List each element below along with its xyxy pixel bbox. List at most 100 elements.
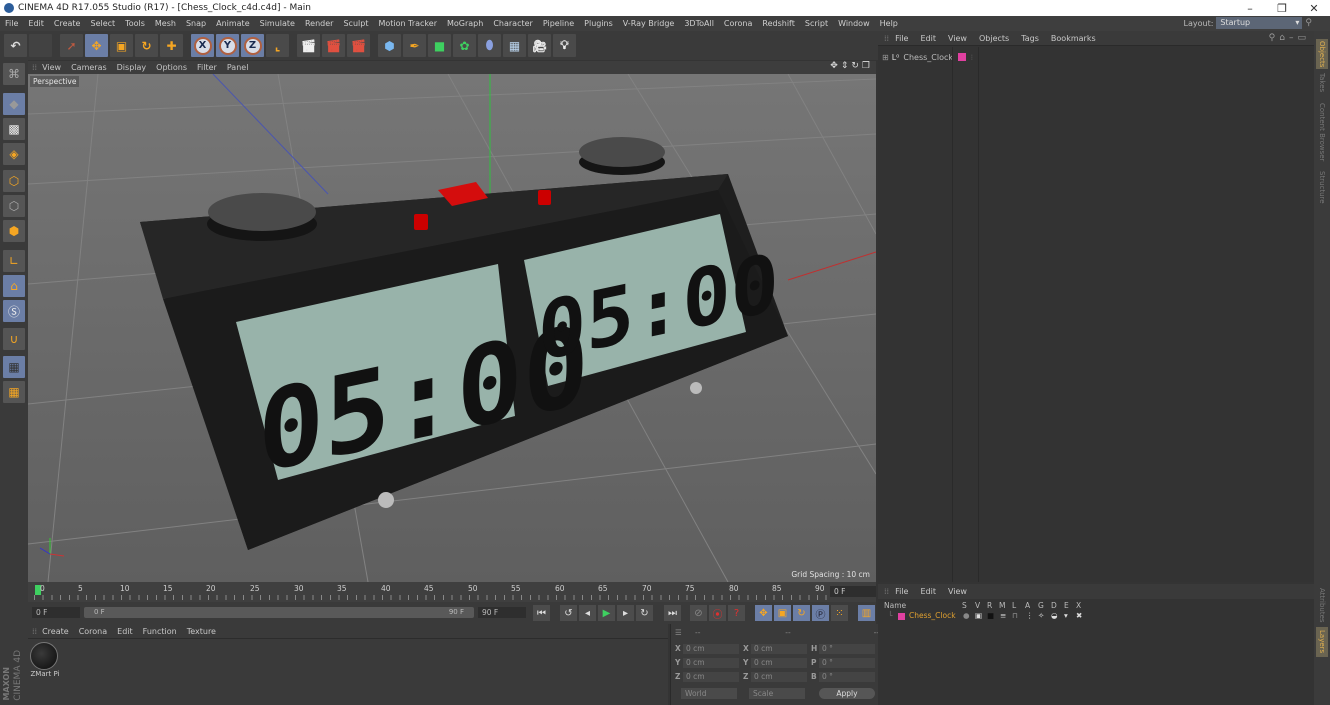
record-keys-button[interactable]: ⊘ (690, 605, 707, 621)
render-view-button[interactable]: 🎬︎ (297, 34, 320, 57)
cube-button[interactable]: ⬢ (378, 34, 401, 57)
key-rotation-button[interactable]: ↻ (793, 605, 810, 621)
subdivision-button[interactable]: ■ (428, 34, 451, 57)
xref-toggle-icon[interactable]: ✖ (1076, 611, 1082, 620)
home-icon[interactable]: ⌂ (1279, 33, 1285, 43)
objects-menu-objects[interactable]: Objects (973, 34, 1015, 43)
menu-redshift[interactable]: Redshift (757, 16, 799, 31)
redo-button[interactable] (29, 34, 52, 57)
tab-layers[interactable]: Layers (1316, 627, 1328, 657)
undo-button[interactable]: ↶ (4, 34, 27, 57)
material-menu-function[interactable]: Function (138, 627, 182, 636)
objects-menu-view[interactable]: View (942, 34, 973, 43)
make-editable-button[interactable]: ⌘ (3, 63, 25, 85)
visibility-dots-icon[interactable]: ⋮ (969, 54, 975, 61)
object-name[interactable]: Chess_Clock (903, 53, 953, 62)
tab-content-browser[interactable]: Content Browser (1316, 99, 1328, 165)
rotate-tool-button[interactable]: ↻ (135, 34, 158, 57)
scale-tool-button[interactable]: ▣ (110, 34, 133, 57)
objects-menu-edit[interactable]: Edit (914, 34, 942, 43)
axis-mode-button[interactable]: ∟ (3, 250, 25, 272)
layers-menu-edit[interactable]: Edit (914, 587, 942, 596)
points-mode-button[interactable]: ⬡ (3, 170, 25, 192)
recent-tool-button[interactable]: ✚ (160, 34, 183, 57)
menu-mograph[interactable]: MoGraph (442, 16, 488, 31)
material-menu-edit[interactable]: Edit (112, 627, 138, 636)
lock-toggle-icon[interactable]: ⊓ (1012, 611, 1018, 620)
coordinate-system-button[interactable]: ⌞ (266, 34, 289, 57)
y-axis-button[interactable]: Y (216, 34, 239, 57)
render-picture-viewer-button[interactable]: 🎬︎ (322, 34, 345, 57)
render-settings-button[interactable]: 🎬︎ (347, 34, 370, 57)
restore-button[interactable]: ❐ (1266, 0, 1298, 16)
expand-icon[interactable]: ▭ (1297, 33, 1306, 43)
camera-button[interactable]: 🎥︎ (528, 34, 551, 57)
key-pla-button[interactable]: ⁙ (831, 605, 848, 621)
timeline-ruler[interactable]: 0 5 10 15 20 25 30 35 40 45 50 55 60 65 … (28, 582, 876, 602)
size-y-field[interactable]: 0 cm (751, 658, 807, 668)
size-z-field[interactable]: 0 cm (751, 672, 807, 682)
end-frame-field[interactable]: 90 F (478, 607, 526, 618)
tab-objects[interactable]: Objects (1316, 39, 1328, 69)
planar-workplane-button[interactable]: ▦ (3, 381, 25, 403)
size-mode-dropdown[interactable]: Scale (749, 688, 805, 699)
pan-view-icon[interactable]: ✥ (830, 61, 838, 71)
menu-script[interactable]: Script (800, 16, 833, 31)
cloner-button[interactable]: ✿ (453, 34, 476, 57)
material-menu-create[interactable]: Create (37, 627, 74, 636)
menu-simulate[interactable]: Simulate (255, 16, 300, 31)
menu-mesh[interactable]: Mesh (150, 16, 181, 31)
z-axis-button[interactable]: Z (241, 34, 264, 57)
goto-start-button[interactable]: ⏮ (533, 605, 550, 621)
dolly-view-icon[interactable]: ⇕ (841, 61, 849, 71)
minimize-button[interactable]: – (1234, 0, 1266, 16)
menu-vray-bridge[interactable]: V-Ray Bridge (618, 16, 680, 31)
close-button[interactable]: ✕ (1298, 0, 1330, 16)
deformers-toggle-icon[interactable]: ◒ (1051, 611, 1058, 620)
menu-sculpt[interactable]: Sculpt (338, 16, 373, 31)
search-icon[interactable]: ⚲ (1305, 18, 1312, 28)
expressions-toggle-icon[interactable]: ▾ (1064, 611, 1068, 620)
x-axis-button[interactable]: X (191, 34, 214, 57)
tab-takes[interactable]: Takes (1316, 71, 1328, 95)
pos-x-field[interactable]: 0 cm (683, 644, 739, 654)
view-toggle-icon[interactable]: ▣ (975, 611, 982, 620)
collapse-icon[interactable]: – (1289, 33, 1294, 43)
material-menu-corona[interactable]: Corona (74, 627, 112, 636)
material-menu-texture[interactable]: Texture (182, 627, 221, 636)
model-mode-button[interactable]: ◆ (3, 93, 25, 115)
layout-dropdown[interactable]: Startup (1216, 17, 1303, 29)
menu-file[interactable]: File (0, 16, 23, 31)
timeline-window-button[interactable]: ▥ (858, 605, 875, 621)
start-frame-field[interactable]: 0 F (32, 607, 80, 618)
polygons-mode-button[interactable]: ⬢ (3, 220, 25, 242)
tweak-mode-button[interactable]: ⌂ (3, 275, 25, 297)
menu-create[interactable]: Create (49, 16, 86, 31)
menu-render[interactable]: Render (300, 16, 338, 31)
objects-menu-file[interactable]: File (889, 34, 914, 43)
key-position-button[interactable]: ✥ (755, 605, 772, 621)
size-x-field[interactable]: 0 cm (751, 644, 807, 654)
menu-plugins[interactable]: Plugins (579, 16, 618, 31)
menu-select[interactable]: Select (85, 16, 120, 31)
menu-tools[interactable]: Tools (120, 16, 150, 31)
viewport-menu-display[interactable]: Display (112, 63, 152, 72)
coordinate-system-dropdown[interactable]: World (681, 688, 737, 699)
solo-toggle-icon[interactable]: ● (963, 611, 970, 620)
solo-button[interactable]: Ⓢ (3, 300, 25, 322)
pos-y-field[interactable]: 0 cm (683, 658, 739, 668)
tab-attributes[interactable]: Attributes (1316, 586, 1328, 624)
frame-range-slider[interactable]: 0 F 90 F (84, 607, 474, 618)
viewport-menu-filter[interactable]: Filter (192, 63, 222, 72)
objects-menu-tags[interactable]: Tags (1015, 34, 1045, 43)
current-frame-field[interactable]: 0 F (830, 586, 876, 597)
key-parameter-button[interactable]: Ⓟ (812, 605, 829, 621)
edges-mode-button[interactable]: ⬡ (3, 195, 25, 217)
apply-button[interactable]: Apply (819, 688, 875, 699)
layer-color-swatch[interactable] (898, 613, 905, 620)
menu-3dtoall[interactable]: 3DToAll (679, 16, 719, 31)
key-scale-button[interactable]: ▣ (774, 605, 791, 621)
menu-help[interactable]: Help (875, 16, 903, 31)
rot-h-field[interactable]: 0 ° (819, 644, 875, 654)
prev-keyframe-button[interactable]: ↺ (560, 605, 577, 621)
